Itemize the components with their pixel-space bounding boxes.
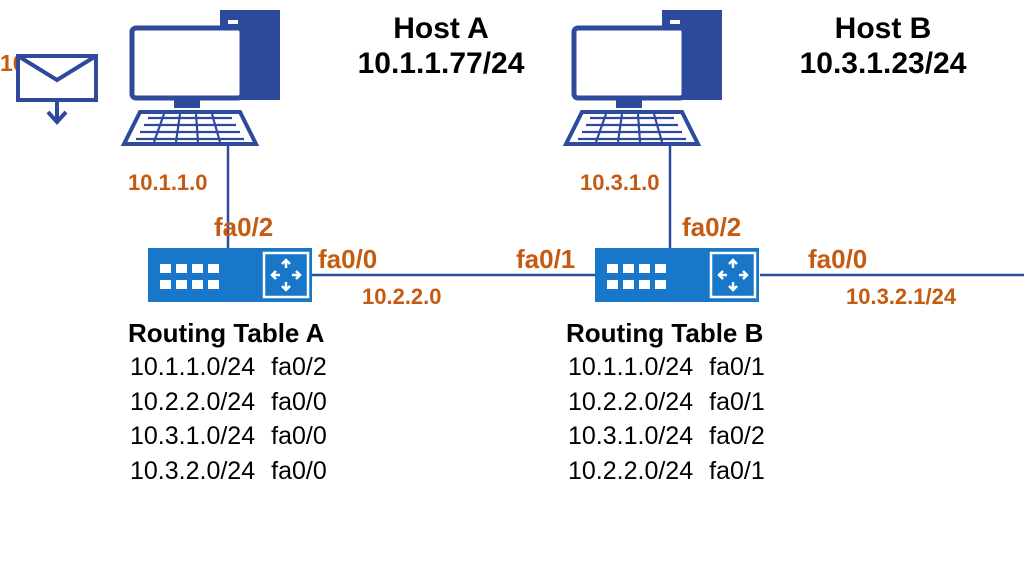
table-row: 10.1.1.0/24fa0/2 [130, 351, 341, 384]
table-row: 10.3.2.0/24fa0/0 [130, 455, 341, 488]
host-a-title-block: Host A 10.1.1.77/24 [326, 12, 556, 81]
host-a-ip: 10.1.1.77/24 [326, 47, 556, 82]
packet: 10.3.1.23 [0, 50, 96, 77]
router-b-icon [595, 248, 765, 306]
table-row: 10.3.1.0/24fa0/0 [130, 420, 341, 453]
if-a-up: fa0/2 [214, 212, 273, 243]
routing-table-a: Routing Table A 10.1.1.0/24fa0/2 10.2.2.… [128, 318, 343, 489]
router-a-icon [148, 248, 318, 306]
table-a-title: Routing Table A [128, 318, 343, 349]
net-b-wan: 10.3.2.1/24 [846, 284, 956, 310]
if-b-up: fa0/2 [682, 212, 741, 243]
host-a-name: Host A [326, 12, 556, 47]
net-ab-link: 10.2.2.0 [362, 284, 442, 310]
table-a-rows: 10.1.1.0/24fa0/2 10.2.2.0/24fa0/0 10.3.1… [128, 349, 343, 489]
table-row: 10.2.2.0/24fa0/1 [568, 455, 779, 488]
routing-table-b: Routing Table B 10.1.1.0/24fa0/1 10.2.2.… [566, 318, 781, 489]
if-a-right: fa0/0 [318, 244, 377, 275]
envelope-icon [0, 50, 110, 130]
host-b-name: Host B [768, 12, 998, 47]
host-b-title-block: Host B 10.3.1.23/24 [768, 12, 998, 81]
host-b-ip: 10.3.1.23/24 [768, 47, 998, 82]
table-row: 10.2.2.0/24fa0/1 [568, 386, 779, 419]
table-b-rows: 10.1.1.0/24fa0/1 10.2.2.0/24fa0/1 10.3.1… [566, 349, 781, 489]
if-b-left: fa0/1 [516, 244, 575, 275]
table-row: 10.1.1.0/24fa0/1 [568, 351, 779, 384]
host-b-icon [562, 10, 762, 160]
host-a-icon [120, 10, 320, 160]
if-b-right: fa0/0 [808, 244, 867, 275]
net-b-lan: 10.3.1.0 [580, 170, 660, 196]
table-b-title: Routing Table B [566, 318, 781, 349]
table-row: 10.2.2.0/24fa0/0 [130, 386, 341, 419]
table-row: 10.3.1.0/24fa0/2 [568, 420, 779, 453]
net-a-lan: 10.1.1.0 [128, 170, 208, 196]
